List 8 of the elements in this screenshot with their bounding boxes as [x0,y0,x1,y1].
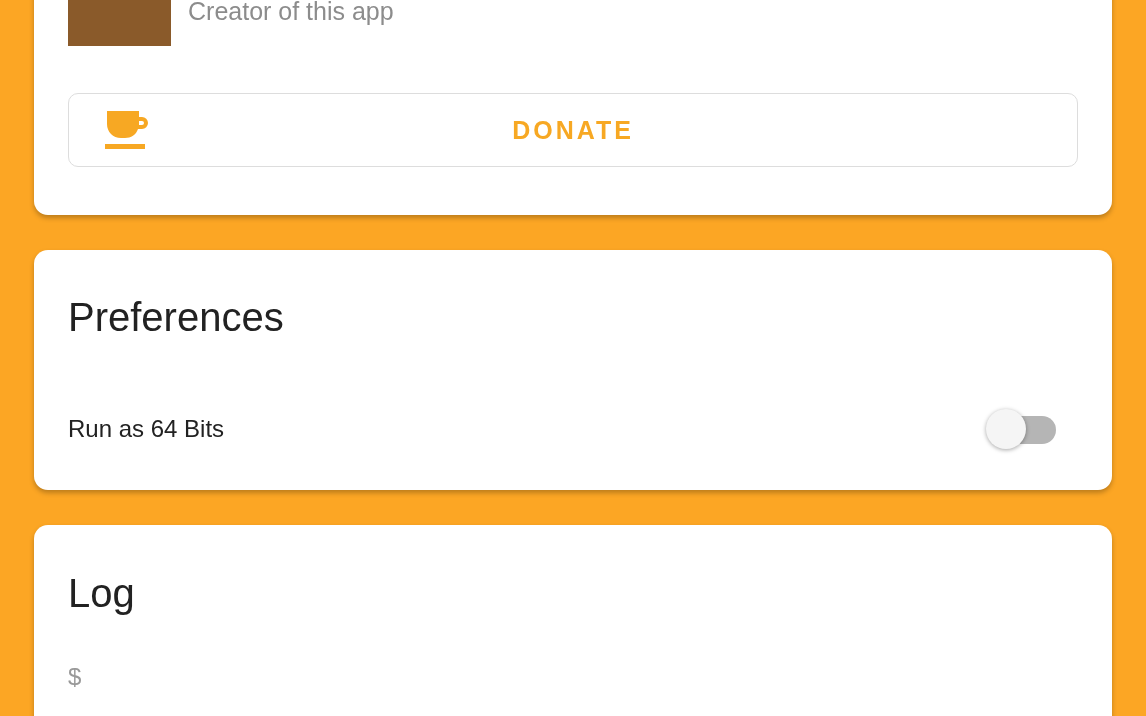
coffee-cup-icon [105,109,149,151]
section-title: Log [68,570,136,617]
creator-subtitle: Creator of this app [188,0,394,26]
donate-button[interactable]: DONATE [68,93,1078,167]
log-line: $ [68,663,83,691]
setting-label: Run as 64 Bits [68,415,225,443]
section-title: Preferences [68,294,285,341]
toggle-switch[interactable] [986,408,1056,450]
